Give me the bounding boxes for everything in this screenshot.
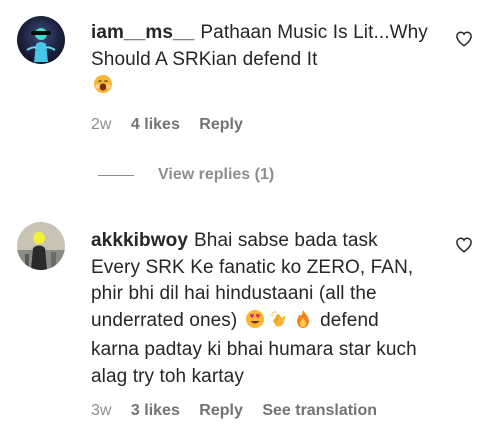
likes-count[interactable]: 4 likes	[131, 116, 180, 133]
view-replies-label: View replies (1)	[158, 166, 275, 183]
like-heart-icon[interactable]	[455, 30, 473, 48]
reply-button[interactable]: Reply	[199, 402, 243, 419]
comment-meta: 3w 3 likes Reply See translation	[91, 402, 392, 420]
divider-line	[98, 174, 134, 176]
yawning-face-emoji	[93, 74, 113, 103]
like-heart-icon[interactable]	[455, 236, 473, 254]
fire-emoji	[293, 309, 313, 338]
see-translation-button[interactable]: See translation	[262, 402, 377, 419]
comment-meta: 2w 4 likes Reply	[91, 116, 258, 134]
comment-text: akkkibwoy Bhai sabse bada task Every SRK …	[91, 228, 421, 390]
heart-eyes-emoji	[245, 309, 265, 338]
username[interactable]: iam__ms__	[91, 22, 194, 43]
clapping-hands-emoji	[269, 309, 289, 338]
comment-time: 3w	[91, 402, 112, 419]
avatar[interactable]	[17, 16, 65, 64]
view-replies-button[interactable]: View replies (1)	[98, 166, 274, 184]
avatar[interactable]	[17, 222, 65, 270]
avatar-image	[17, 222, 65, 270]
likes-count[interactable]: 3 likes	[131, 402, 180, 419]
comment-time: 2w	[91, 116, 112, 133]
comment-text: iam__ms__ Pathaan Music Is Lit...Why Shou…	[91, 20, 431, 103]
avatar-image	[17, 16, 65, 64]
username[interactable]: akkkibwoy	[91, 230, 188, 251]
reply-button[interactable]: Reply	[199, 116, 243, 133]
